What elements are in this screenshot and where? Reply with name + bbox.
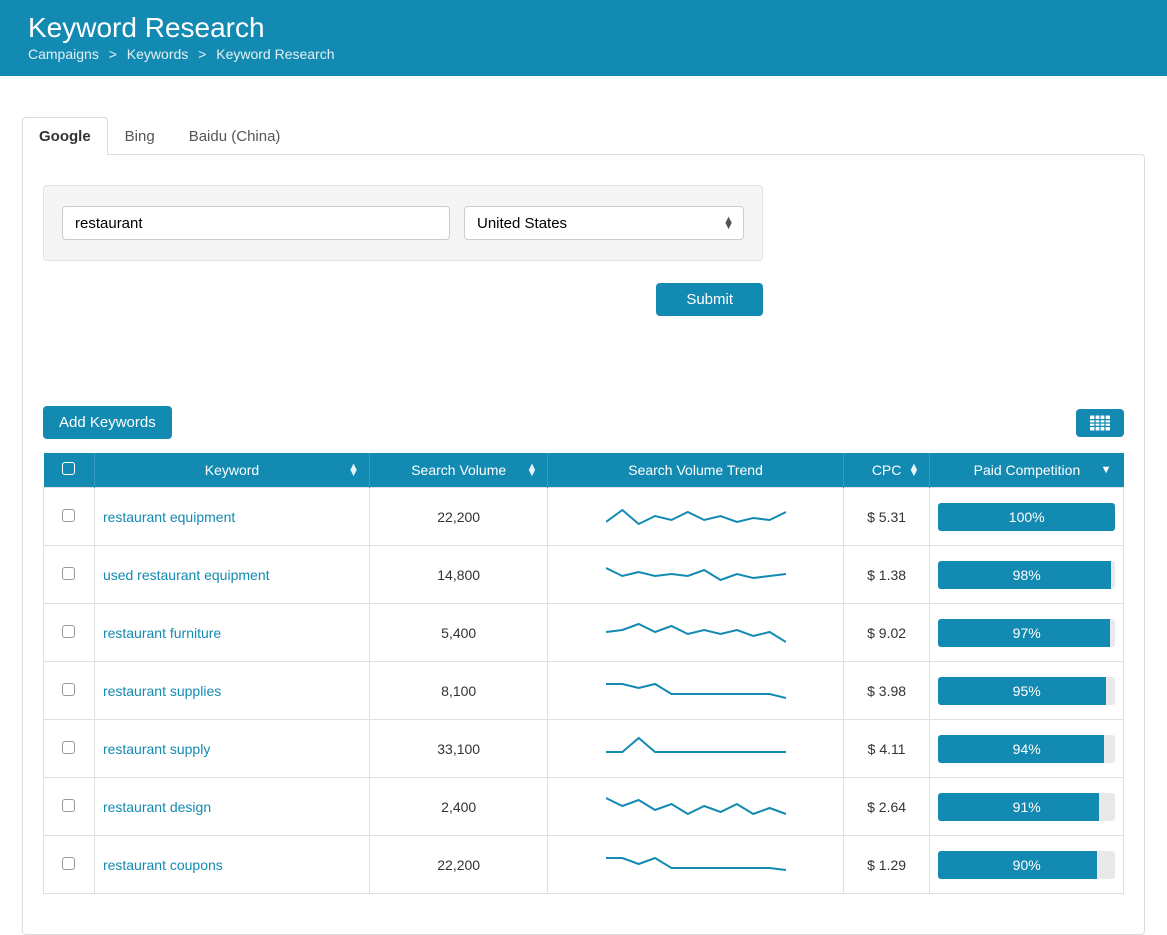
sort-icon: ▲▼ (526, 464, 537, 476)
add-keywords-button[interactable]: Add Keywords (43, 406, 172, 439)
keyword-link[interactable]: restaurant furniture (103, 625, 221, 641)
competition-cell: 91% (930, 778, 1124, 836)
sparkline-icon (606, 500, 786, 530)
page-title: Keyword Research (28, 12, 1139, 44)
row-checkbox[interactable] (62, 799, 75, 812)
country-select[interactable]: United States (464, 206, 744, 240)
tabs: Google Bing Baidu (China) (22, 116, 1145, 154)
cpc-cell: $ 2.64 (843, 778, 930, 836)
trend-cell (548, 836, 843, 894)
export-button[interactable] (1076, 409, 1124, 437)
cpc-cell: $ 4.11 (843, 720, 930, 778)
sparkline-icon (606, 848, 786, 878)
competition-cell: 97% (930, 604, 1124, 662)
row-checkbox[interactable] (62, 509, 75, 522)
trend-cell (548, 604, 843, 662)
trend-cell (548, 488, 843, 546)
trend-cell (548, 778, 843, 836)
page-header: Keyword Research Campaigns > Keywords > … (0, 0, 1167, 76)
sort-icon: ▲▼ (909, 464, 920, 476)
breadcrumb: Campaigns > Keywords > Keyword Research (28, 46, 1139, 62)
results-table: Keyword ▲▼ Search Volume ▲▼ Search Volum… (43, 453, 1124, 894)
keyword-input[interactable] (62, 206, 450, 240)
row-checkbox[interactable] (62, 625, 75, 638)
header-checkbox[interactable] (44, 453, 95, 488)
search-box: United States ▲▼ (43, 185, 763, 261)
table-row: used restaurant equipment 14,800 $ 1.3898% (44, 546, 1124, 604)
sparkline-icon (606, 558, 786, 588)
table-row: restaurant coupons 22,200 $ 1.2990% (44, 836, 1124, 894)
volume-cell: 22,200 (370, 836, 548, 894)
row-checkbox[interactable] (62, 857, 75, 870)
trend-cell (548, 662, 843, 720)
table-row: restaurant supply 33,100 $ 4.1194% (44, 720, 1124, 778)
tab-baidu[interactable]: Baidu (China) (172, 117, 298, 155)
volume-cell: 5,400 (370, 604, 548, 662)
keyword-link[interactable]: restaurant equipment (103, 509, 235, 525)
header-volume[interactable]: Search Volume ▲▼ (370, 453, 548, 488)
header-keyword[interactable]: Keyword ▲▼ (94, 453, 369, 488)
sparkline-icon (606, 790, 786, 820)
volume-cell: 14,800 (370, 546, 548, 604)
volume-cell: 8,100 (370, 662, 548, 720)
panel: United States ▲▼ Submit Add Keywords (22, 154, 1145, 935)
sort-desc-icon: ▼ (1101, 464, 1112, 476)
submit-button[interactable]: Submit (656, 283, 763, 316)
breadcrumb-item: Keyword Research (216, 46, 334, 62)
keyword-link[interactable]: restaurant supply (103, 741, 210, 757)
competition-cell: 100% (930, 488, 1124, 546)
sparkline-icon (606, 674, 786, 704)
sparkline-icon (606, 616, 786, 646)
table-row: restaurant supplies 8,100 $ 3.9895% (44, 662, 1124, 720)
cpc-cell: $ 9.02 (843, 604, 930, 662)
competition-cell: 95% (930, 662, 1124, 720)
volume-cell: 33,100 (370, 720, 548, 778)
row-checkbox[interactable] (62, 741, 75, 754)
competition-cell: 94% (930, 720, 1124, 778)
keyword-link[interactable]: used restaurant equipment (103, 567, 270, 583)
header-trend: Search Volume Trend (548, 453, 843, 488)
cpc-cell: $ 1.29 (843, 836, 930, 894)
volume-cell: 22,200 (370, 488, 548, 546)
header-competition[interactable]: Paid Competition ▼ (930, 453, 1124, 488)
sparkline-icon (606, 732, 786, 762)
header-cpc[interactable]: CPC ▲▼ (843, 453, 930, 488)
volume-cell: 2,400 (370, 778, 548, 836)
table-row: restaurant equipment 22,200 $ 5.31100% (44, 488, 1124, 546)
breadcrumb-separator: > (198, 46, 206, 62)
cpc-cell: $ 3.98 (843, 662, 930, 720)
keyword-link[interactable]: restaurant coupons (103, 857, 223, 873)
cpc-cell: $ 5.31 (843, 488, 930, 546)
tab-bing[interactable]: Bing (108, 117, 172, 155)
table-row: restaurant design 2,400 $ 2.6491% (44, 778, 1124, 836)
spreadsheet-icon (1090, 415, 1110, 431)
trend-cell (548, 546, 843, 604)
trend-cell (548, 720, 843, 778)
row-checkbox[interactable] (62, 683, 75, 696)
keyword-link[interactable]: restaurant design (103, 799, 211, 815)
row-checkbox[interactable] (62, 567, 75, 580)
cpc-cell: $ 1.38 (843, 546, 930, 604)
competition-cell: 90% (930, 836, 1124, 894)
breadcrumb-item[interactable]: Keywords (127, 46, 188, 62)
table-row: restaurant furniture 5,400 $ 9.0297% (44, 604, 1124, 662)
breadcrumb-item[interactable]: Campaigns (28, 46, 99, 62)
breadcrumb-separator: > (109, 46, 117, 62)
competition-cell: 98% (930, 546, 1124, 604)
sort-icon: ▲▼ (348, 464, 359, 476)
tab-google[interactable]: Google (22, 117, 108, 155)
keyword-link[interactable]: restaurant supplies (103, 683, 221, 699)
